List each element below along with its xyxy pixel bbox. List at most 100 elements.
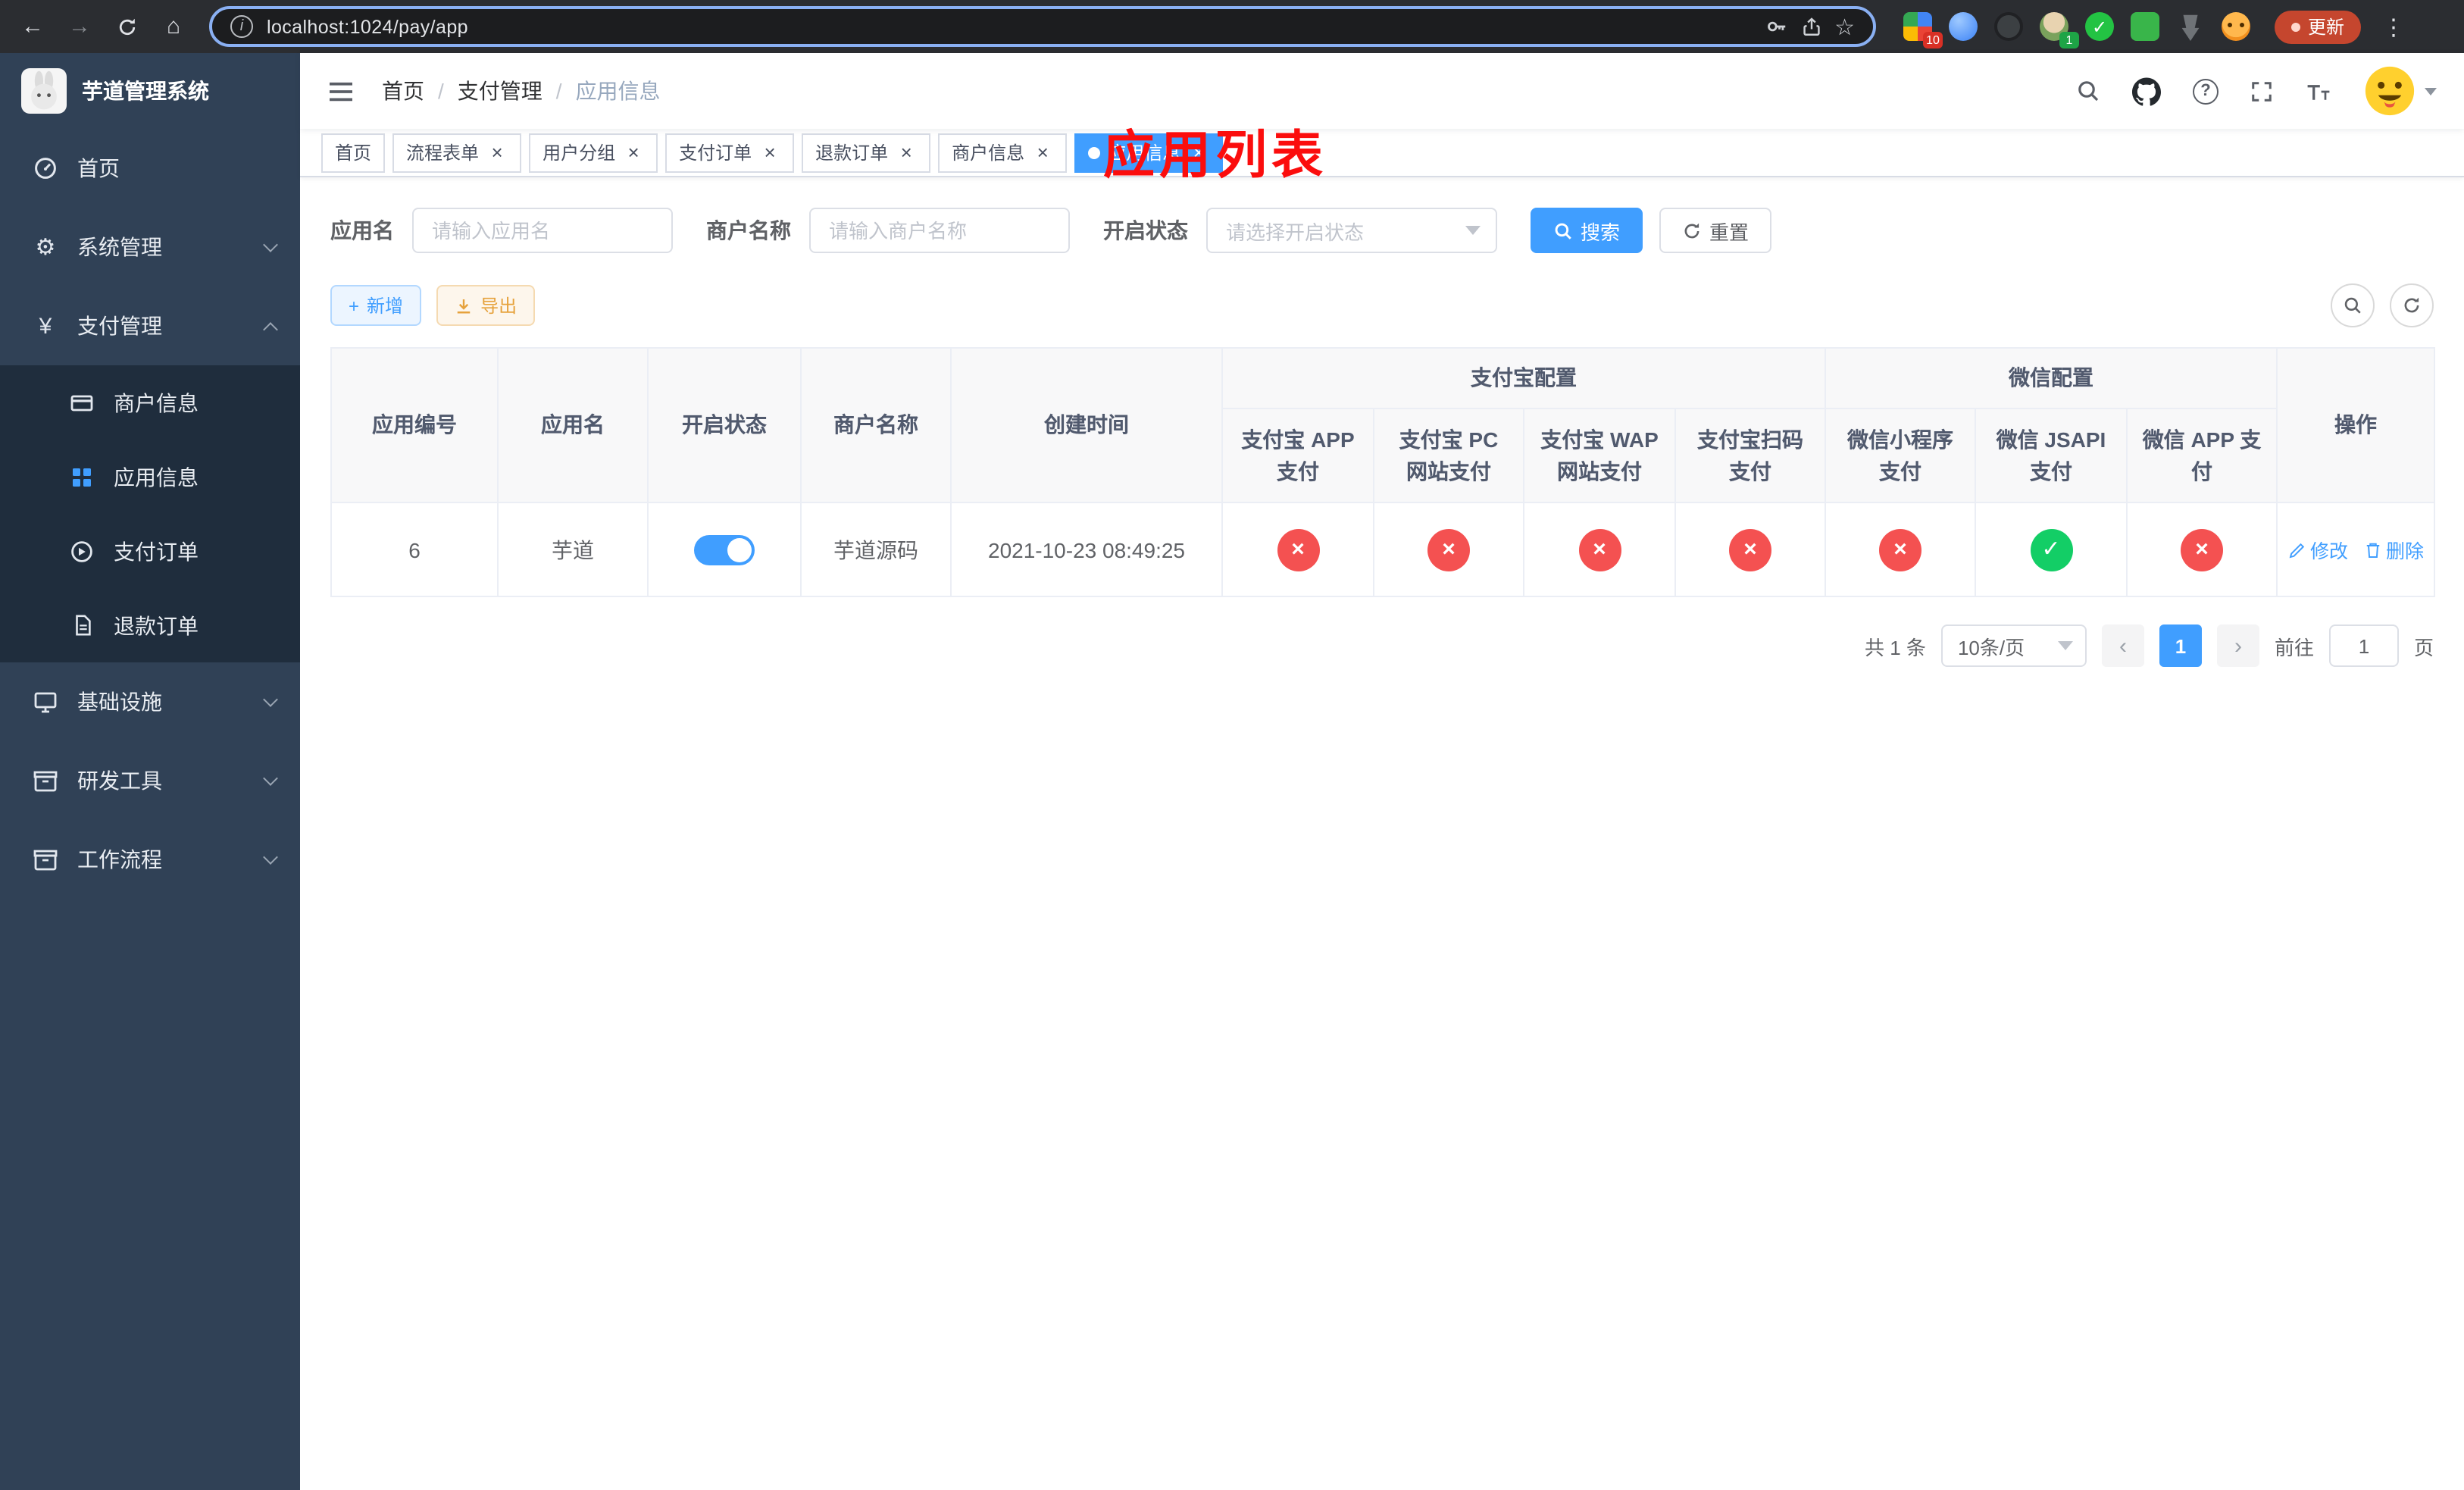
app-name-input[interactable] bbox=[412, 208, 673, 253]
breadcrumb-home[interactable]: 首页 bbox=[382, 76, 424, 106]
search-button[interactable]: 搜索 bbox=[1531, 208, 1643, 253]
status-toggle[interactable] bbox=[694, 534, 755, 565]
browser-home-icon[interactable]: ⌂ bbox=[153, 6, 194, 47]
extension-green-icon[interactable] bbox=[2131, 12, 2159, 41]
extension-badge: 10 bbox=[1923, 32, 1943, 49]
page-1-button[interactable]: 1 bbox=[2159, 624, 2202, 667]
browser-menu-icon[interactable]: ⋮ bbox=[2373, 13, 2414, 40]
sidebar-item-payment[interactable]: ¥ 支付管理 bbox=[0, 286, 300, 365]
col-header-alipay-app: 支付宝 APP 支付 bbox=[1221, 408, 1374, 503]
help-icon[interactable]: ? bbox=[2193, 78, 2219, 104]
col-header-merchant: 商户名称 bbox=[800, 347, 952, 503]
update-button-label: 更新 bbox=[2308, 17, 2345, 38]
sidebar-item-workflow[interactable]: 工作流程 bbox=[0, 820, 300, 899]
tab-close-icon[interactable]: × bbox=[759, 142, 780, 163]
active-tab-dot-icon bbox=[1088, 146, 1101, 158]
extension-blue-icon[interactable] bbox=[1949, 12, 1978, 41]
sidebar-item-devtools[interactable]: 研发工具 bbox=[0, 741, 300, 820]
edit-link[interactable]: 修改 bbox=[2287, 535, 2348, 564]
sidebar-item-merchant-info[interactable]: 商户信息 bbox=[0, 365, 300, 440]
col-header-status: 开启状态 bbox=[647, 347, 802, 503]
browser-forward-icon[interactable]: → bbox=[59, 6, 100, 47]
browser-toolbar: ← → ⌂ i localhost:1024/pay/app ☆ 10 1 ✓ … bbox=[0, 0, 2464, 53]
sidebar-item-label: 退款订单 bbox=[114, 613, 199, 637]
font-size-icon[interactable] bbox=[2305, 80, 2332, 102]
delete-link[interactable]: 删除 bbox=[2363, 535, 2424, 564]
chevron-down-icon bbox=[263, 771, 278, 786]
extension-profile-icon[interactable]: 1 bbox=[2040, 12, 2079, 49]
close-circle-icon: × bbox=[1427, 528, 1470, 571]
sidebar-item-system[interactable]: ⚙ 系统管理 bbox=[0, 208, 300, 286]
extension-face-icon[interactable] bbox=[2222, 12, 2250, 41]
tab-close-icon[interactable]: × bbox=[623, 142, 644, 163]
tab-payment-order[interactable]: 支付订单 × bbox=[665, 133, 795, 172]
hamburger-icon[interactable] bbox=[327, 80, 355, 102]
browser-reload-icon[interactable] bbox=[106, 6, 147, 47]
breadcrumb: 首页 / 支付管理 / 应用信息 bbox=[382, 76, 661, 106]
tab-close-icon[interactable]: × bbox=[896, 142, 917, 163]
col-header-alipay-wap: 支付宝 WAP 网站支付 bbox=[1523, 408, 1676, 503]
tab-process-form[interactable]: 流程表单 × bbox=[392, 133, 522, 172]
tab-merchant-info[interactable]: 商户信息 × bbox=[938, 133, 1068, 172]
sidebar: 芋道管理系统 首页 ⚙ 系统管理 ¥ 支付管理 商户信息 应用信息 支付订单 退… bbox=[0, 53, 300, 1490]
chevron-down-icon bbox=[263, 692, 278, 707]
fullscreen-icon[interactable] bbox=[2250, 80, 2273, 102]
tab-label: 支付订单 bbox=[679, 142, 752, 164]
browser-back-icon[interactable]: ← bbox=[12, 6, 53, 47]
chrome-update-button[interactable]: 更新 bbox=[2275, 10, 2362, 43]
extension-grid-icon[interactable]: 10 bbox=[1903, 12, 1943, 49]
monitor-icon bbox=[30, 690, 61, 714]
sidebar-item-label: 研发工具 bbox=[77, 768, 162, 793]
content: 应用名 商户名称 开启状态 请选择开启状态 bbox=[300, 177, 2464, 667]
status-label: 开启状态 bbox=[1103, 218, 1188, 243]
goto-page-input[interactable] bbox=[2328, 624, 2399, 667]
toggle-search-button[interactable] bbox=[2331, 283, 2375, 327]
tab-close-icon[interactable]: × bbox=[1032, 142, 1053, 163]
delete-link-label: 删除 bbox=[2386, 541, 2425, 562]
share-icon[interactable] bbox=[1801, 16, 1821, 37]
user-avatar[interactable] bbox=[2364, 65, 2437, 117]
refresh-icon bbox=[1684, 222, 1699, 238]
col-header-app-name: 应用名 bbox=[497, 347, 649, 503]
page-size-select[interactable]: 10条/页 bbox=[1940, 624, 2087, 667]
top-navbar: 首页 / 支付管理 / 应用信息 ? bbox=[300, 53, 2464, 129]
address-bar[interactable]: i localhost:1024/pay/app ☆ bbox=[209, 6, 1876, 47]
prev-page-button[interactable]: ‹ bbox=[2101, 624, 2144, 667]
extension-pin-icon[interactable] bbox=[2181, 14, 2200, 41]
merchant-name-input[interactable] bbox=[809, 208, 1070, 253]
key-icon[interactable] bbox=[1765, 15, 1787, 38]
app-name-label: 应用名 bbox=[330, 218, 394, 243]
reset-button[interactable]: 重置 bbox=[1659, 208, 1772, 253]
update-dot-icon bbox=[2291, 22, 2300, 31]
table-row: 6 芋道 芋道源码 2021-10-23 08:49:25 × × × × × bbox=[330, 502, 2436, 597]
site-info-icon[interactable]: i bbox=[230, 15, 253, 38]
search-icon[interactable] bbox=[2076, 79, 2100, 103]
navbar-actions: ? bbox=[2076, 65, 2437, 117]
cell-app-id: 6 bbox=[330, 502, 499, 597]
sidebar-item-refund-order[interactable]: 退款订单 bbox=[0, 588, 300, 662]
document-icon bbox=[67, 614, 97, 637]
sidebar-item-app-info[interactable]: 应用信息 bbox=[0, 440, 300, 514]
sidebar-item-home[interactable]: 首页 bbox=[0, 129, 300, 208]
trash-icon bbox=[2366, 542, 2379, 557]
sidebar-item-infrastructure[interactable]: 基础设施 bbox=[0, 662, 300, 741]
sidebar-item-label: 商户信息 bbox=[114, 390, 199, 415]
tab-refund-order[interactable]: 退款订单 × bbox=[802, 133, 931, 172]
tab-label: 首页 bbox=[335, 142, 372, 164]
refresh-table-button[interactable] bbox=[2390, 283, 2434, 327]
github-icon[interactable] bbox=[2132, 77, 2161, 105]
extension-dark-icon[interactable] bbox=[1994, 12, 2023, 41]
sidebar-item-label: 工作流程 bbox=[77, 847, 162, 872]
close-circle-icon: × bbox=[1578, 528, 1621, 571]
tab-close-icon[interactable]: × bbox=[486, 142, 508, 163]
extension-check-icon[interactable]: ✓ bbox=[2085, 12, 2114, 41]
export-button[interactable]: 导出 bbox=[436, 285, 536, 326]
status-select[interactable]: 请选择开启状态 bbox=[1206, 208, 1497, 253]
tab-home[interactable]: 首页 bbox=[321, 133, 386, 172]
bookmark-star-icon[interactable]: ☆ bbox=[1834, 13, 1855, 40]
tab-user-group[interactable]: 用户分组 × bbox=[529, 133, 658, 172]
sidebar-item-payment-order[interactable]: 支付订单 bbox=[0, 514, 300, 588]
next-page-button[interactable]: › bbox=[2216, 624, 2259, 667]
breadcrumb-payment[interactable]: 支付管理 bbox=[458, 76, 543, 106]
add-button[interactable]: + 新增 bbox=[330, 285, 422, 326]
